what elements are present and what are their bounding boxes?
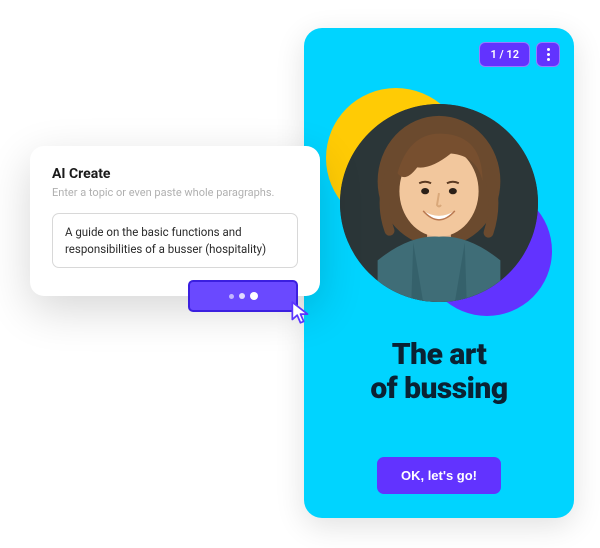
ai-topic-input[interactable]: A guide on the basic functions and respo… — [52, 213, 298, 268]
lesson-preview-card: 1 / 12 — [304, 28, 574, 518]
ai-create-title: AI Create — [52, 166, 298, 182]
loading-dot-icon — [229, 294, 234, 299]
loading-dot-icon — [239, 293, 245, 299]
lesson-title-line2: of bussing — [304, 372, 574, 406]
avatar — [340, 104, 538, 302]
loading-dot-icon — [250, 292, 258, 300]
lesson-top-bar: 1 / 12 — [479, 42, 560, 67]
lesson-hero-image — [334, 98, 544, 308]
ai-create-panel: AI Create Enter a topic or even paste wh… — [30, 146, 320, 296]
ai-generate-button[interactable] — [188, 280, 298, 312]
page-counter: 1 / 12 — [479, 42, 530, 67]
cursor-icon — [288, 300, 314, 326]
ai-create-subtitle: Enter a topic or even paste whole paragr… — [52, 186, 298, 199]
kebab-menu-button[interactable] — [536, 42, 560, 67]
lesson-title-line1: The art — [304, 338, 574, 372]
start-lesson-button[interactable]: OK, let's go! — [377, 457, 501, 494]
lesson-title: The art of bussing — [304, 338, 574, 405]
